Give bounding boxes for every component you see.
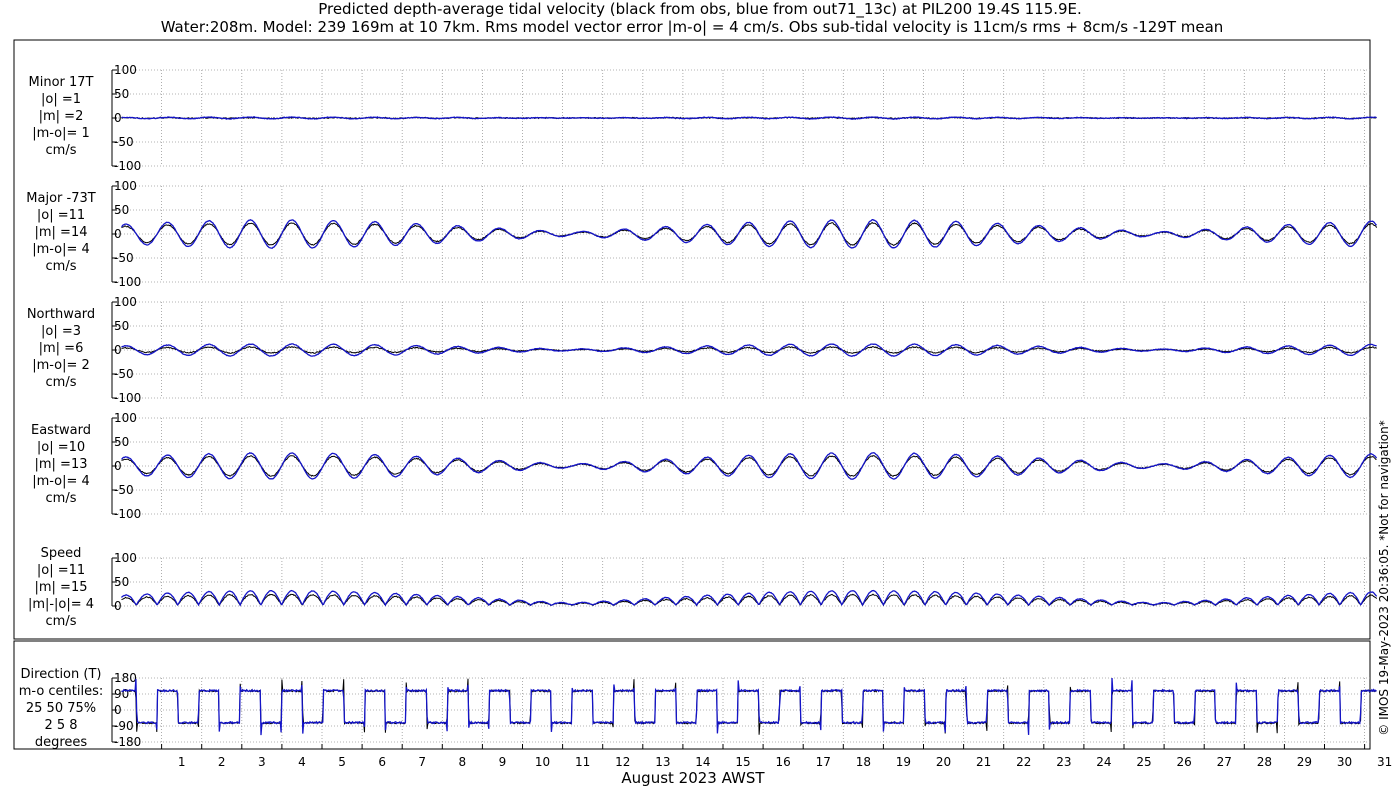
- y-tick-label: -100: [114, 391, 141, 405]
- y-tick-label: 0: [114, 459, 122, 473]
- panel-label-minor-0: Minor 17T: [29, 75, 94, 90]
- y-tick-label: 0: [114, 703, 122, 717]
- x-tick-label: 5: [338, 755, 346, 769]
- x-tick-label: 10: [535, 755, 550, 769]
- y-tick-label: -50: [114, 251, 134, 265]
- panel-label-direction-3: 2 5 8: [44, 718, 77, 733]
- tidal-velocity-figure: Predicted depth-average tidal velocity (…: [0, 0, 1400, 800]
- panel-label-direction-4: degrees: [35, 735, 88, 750]
- panel-label-northward-3: |m-o|= 2: [32, 358, 90, 373]
- x-tick-label: 31: [1377, 755, 1392, 769]
- panel-label-direction-2: 25 50 75%: [26, 701, 96, 716]
- y-tick-label: 50: [114, 435, 129, 449]
- panel-label-minor-1: |o| =1: [41, 92, 81, 107]
- y-tick-label: 0: [114, 111, 122, 125]
- copyright-notice: © IMOS 19-May-2023 20:36:05. *Not for na…: [1377, 420, 1391, 736]
- y-tick-label: 100: [114, 63, 137, 77]
- y-tick-label: 0: [114, 343, 122, 357]
- panel-label-northward-4: cm/s: [46, 375, 77, 390]
- y-tick-label: 100: [114, 551, 137, 565]
- y-tick-label: 50: [114, 87, 129, 101]
- panel-label-northward-0: Northward: [27, 307, 95, 322]
- y-tick-label: -50: [114, 367, 134, 381]
- panel-label-speed-1: |o| =11: [37, 563, 85, 578]
- panel-label-minor-3: |m-o|= 1: [32, 126, 90, 141]
- panel-label-speed-4: cm/s: [46, 614, 77, 629]
- chart-title-line-2: Water:208m. Model: 239 169m at 10 7km. R…: [161, 18, 1224, 36]
- y-tick-label: 100: [114, 179, 137, 193]
- y-tick-label: -50: [114, 135, 134, 149]
- x-tick-label: 14: [695, 755, 710, 769]
- x-tick-label: 30: [1337, 755, 1352, 769]
- y-tick-label: -100: [114, 159, 141, 173]
- panel-label-major-1: |o| =11: [37, 208, 85, 223]
- panel-label-speed-3: |m|-|o|= 4: [28, 597, 94, 612]
- y-tick-label: -100: [114, 275, 141, 289]
- panel-label-eastward-4: cm/s: [46, 491, 77, 506]
- panel-label-eastward-2: |m| =13: [35, 457, 88, 472]
- x-tick-label: 27: [1217, 755, 1232, 769]
- x-tick-label: 4: [298, 755, 306, 769]
- panel-label-minor-4: cm/s: [46, 143, 77, 158]
- x-axis-label: August 2023 AWST: [621, 769, 765, 787]
- panel-label-major-2: |m| =14: [35, 225, 88, 240]
- x-tick-label: 21: [976, 755, 991, 769]
- x-tick-label: 6: [378, 755, 386, 769]
- y-tick-label: 50: [114, 203, 129, 217]
- panel-label-major-0: Major -73T: [26, 191, 95, 206]
- x-tick-label: 3: [258, 755, 266, 769]
- y-tick-label: -100: [114, 507, 141, 521]
- panel-label-major-4: cm/s: [46, 259, 77, 274]
- x-tick-label: 1: [178, 755, 186, 769]
- panel-label-eastward-1: |o| =10: [37, 440, 85, 455]
- panel-label-eastward-0: Eastward: [31, 423, 91, 438]
- x-tick-label: 12: [615, 755, 630, 769]
- panel-label-speed-0: Speed: [41, 546, 82, 561]
- panel-label-northward-2: |m| =6: [39, 341, 84, 356]
- x-tick-label: 17: [816, 755, 831, 769]
- panel-label-northward-1: |o| =3: [41, 324, 81, 339]
- y-tick-label: 100: [114, 411, 137, 425]
- x-tick-label: 8: [459, 755, 467, 769]
- x-tick-label: 20: [936, 755, 951, 769]
- x-tick-label: 23: [1056, 755, 1071, 769]
- x-tick-label: 19: [896, 755, 911, 769]
- panel-label-direction-0: Direction (T): [21, 667, 102, 682]
- x-tick-label: 7: [418, 755, 426, 769]
- panel-label-minor-2: |m| =2: [39, 109, 84, 124]
- y-tick-label: 50: [114, 575, 129, 589]
- panel-label-speed-2: |m| =15: [35, 580, 88, 595]
- panel-label-major-3: |m-o|= 4: [32, 242, 90, 257]
- x-tick-label: 13: [655, 755, 670, 769]
- y-tick-label: -50: [114, 483, 134, 497]
- x-tick-label: 15: [735, 755, 750, 769]
- x-tick-label: 16: [776, 755, 791, 769]
- y-tick-label: 180: [114, 671, 137, 685]
- y-tick-label: 0: [114, 227, 122, 241]
- x-tick-label: 26: [1177, 755, 1192, 769]
- chart-title-line-1: Predicted depth-average tidal velocity (…: [318, 0, 1082, 19]
- panel-label-eastward-3: |m-o|= 4: [32, 474, 90, 489]
- y-tick-label: -180: [114, 735, 141, 749]
- x-tick-label: 28: [1257, 755, 1272, 769]
- x-tick-label: 29: [1297, 755, 1312, 769]
- x-tick-label: 11: [575, 755, 590, 769]
- y-tick-label: 90: [114, 687, 129, 701]
- y-tick-label: -90: [114, 719, 134, 733]
- x-tick-label: 22: [1016, 755, 1031, 769]
- y-tick-label: 0: [114, 599, 122, 613]
- x-tick-label: 25: [1136, 755, 1151, 769]
- y-tick-label: 100: [114, 295, 137, 309]
- y-tick-label: 50: [114, 319, 129, 333]
- panel-label-direction-1: m-o centiles:: [19, 684, 104, 699]
- x-tick-label: 18: [856, 755, 871, 769]
- x-tick-label: 24: [1096, 755, 1111, 769]
- x-tick-label: 9: [499, 755, 507, 769]
- x-tick-label: 2: [218, 755, 226, 769]
